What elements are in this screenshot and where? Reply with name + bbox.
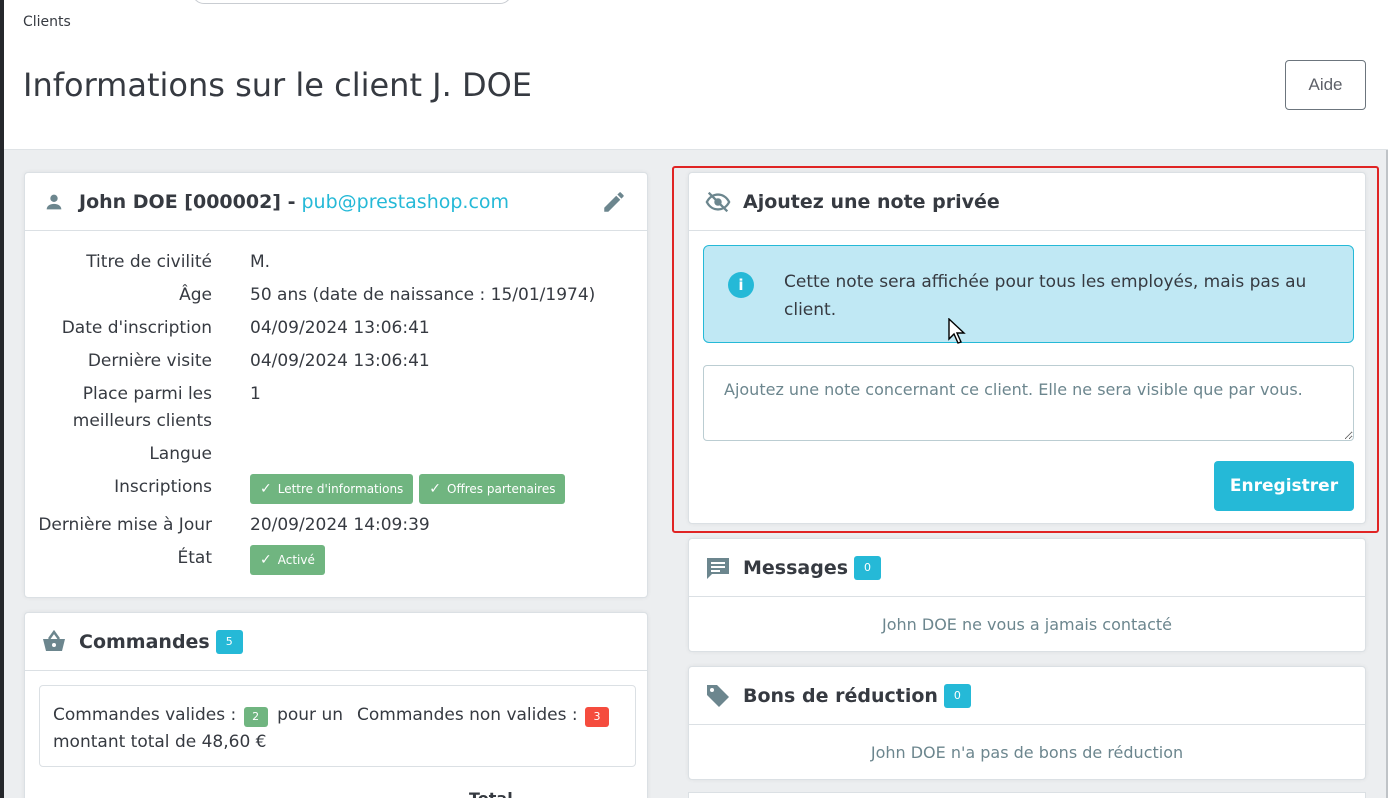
tag-icon — [705, 683, 731, 709]
info-value: 50 ans (date de naissance : 15/01/1974) — [250, 285, 596, 305]
info-label: Langue — [149, 444, 212, 464]
valid-orders-label: Commandes valides : — [53, 705, 237, 725]
chat-icon — [705, 555, 731, 581]
customer-name: John DOE [000002] - — [79, 190, 296, 213]
vouchers-header: Bons de réduction 0 — [689, 667, 1365, 725]
info-row-title: Titre de civilité M. — [25, 249, 647, 276]
info-row-subscriptions: Inscriptions ✓ Lettre d'informations ✓ Offr… — [25, 474, 647, 504]
orders-title: Commandes — [79, 630, 210, 653]
check-icon: ✓ — [429, 480, 442, 497]
valid-orders-badge: 2 — [243, 707, 268, 727]
highlight-frame — [672, 166, 1379, 533]
customer-email-link[interactable]: pub@prestashop.com — [302, 191, 510, 213]
valid-orders: Commandes valides : 2 pour un montant to… — [53, 702, 353, 756]
info-label: Inscriptions — [114, 477, 212, 497]
vouchers-empty-text: John DOE n'a pas de bons de réduction — [870, 742, 1184, 762]
info-label: Dernière visite — [87, 351, 212, 371]
info-row-rank: Place parmi les meilleurs clients 1 — [25, 381, 647, 435]
vouchers-count-badge: 0 — [943, 683, 971, 708]
invalid-orders-badge: 3 — [585, 707, 610, 727]
vouchers-card: Bons de réduction 0 John DOE n'a pas de … — [688, 666, 1366, 780]
info-value: 1 — [250, 384, 261, 404]
invalid-orders: Commandes non valides : 3 — [357, 702, 610, 729]
info-label: Âge — [179, 285, 212, 305]
messages-header: Messages 0 — [689, 539, 1365, 597]
info-row-language: Langue — [25, 441, 647, 468]
badge-label: Activé — [277, 552, 315, 567]
check-icon: ✓ — [260, 480, 272, 497]
customer-card: John DOE [000002] - pub@prestashop.com T… — [24, 172, 648, 598]
info-value: M. — [250, 252, 271, 272]
info-value: 04/09/2024 13:06:41 — [250, 318, 430, 338]
info-label: Dernière mise à Jour — [38, 515, 212, 535]
badge-label: Offres partenaires — [447, 481, 556, 496]
orders-card-header: Commandes 5 — [25, 613, 647, 671]
messages-card: Messages 0 John DOE ne vous a jamais con… — [688, 538, 1366, 652]
invalid-orders-label: Commandes non valides : — [357, 705, 578, 725]
messages-title: Messages — [743, 556, 849, 579]
info-row-status: État ✓ Activé — [25, 545, 647, 575]
info-label: Titre de civilité — [86, 252, 212, 272]
newsletter-badge: ✓ Lettre d'informations — [250, 474, 414, 504]
info-row-last-visit: Dernière visite 04/09/2024 13:06:41 — [25, 348, 647, 375]
orders-summary: Commandes valides : 2 pour un montant to… — [39, 685, 636, 767]
messages-count-badge: 0 — [854, 555, 882, 580]
status-badge: ✓ Activé — [250, 545, 325, 575]
info-label-line: meilleurs clients — [72, 411, 212, 431]
orders-table-header: Total — [469, 789, 513, 798]
person-icon — [41, 189, 67, 215]
info-label: Place parmi les meilleurs clients — [25, 381, 212, 435]
orders-count-badge: 5 — [215, 629, 243, 654]
info-value: 04/09/2024 13:06:41 — [250, 351, 430, 371]
customer-card-header: John DOE [000002] - pub@prestashop.com — [25, 173, 647, 231]
info-row-last-update: Dernière mise à Jour 20/09/2024 14:09:39 — [25, 512, 647, 539]
badge-label: Lettre d'informations — [277, 481, 404, 496]
info-label: Date d'inscription — [61, 318, 212, 338]
next-card — [688, 792, 1366, 798]
info-value: ✓ Lettre d'informations ✓ Offres partenaire… — [250, 474, 571, 504]
help-button[interactable]: Aide — [1285, 60, 1366, 110]
page-header: Clients Informations sur le client J. DO… — [4, 0, 1388, 150]
info-row-registration: Date d'inscription 04/09/2024 13:06:41 — [25, 315, 647, 342]
check-icon: ✓ — [260, 551, 272, 568]
info-value: 20/09/2024 14:09:39 — [250, 515, 430, 535]
info-value: ✓ Activé — [250, 545, 331, 575]
partner-offers-badge: ✓ Offres partenaires — [419, 474, 566, 504]
customer-info-list: Titre de civilité M. Âge 50 ans (date de… — [25, 249, 647, 581]
info-label-line: Place parmi les — [82, 384, 212, 404]
breadcrumb[interactable]: Clients — [23, 14, 71, 30]
orders-card: Commandes 5 Commandes valides : 2 pour u… — [24, 612, 648, 798]
info-label: État — [177, 548, 213, 568]
search-input[interactable] — [192, 0, 512, 4]
page-title: Informations sur le client J. DOE — [23, 66, 532, 104]
pencil-icon[interactable] — [601, 189, 627, 219]
messages-empty-text: John DOE ne vous a jamais contacté — [882, 614, 1172, 634]
info-row-age: Âge 50 ans (date de naissance : 15/01/19… — [25, 282, 647, 309]
vouchers-title: Bons de réduction — [743, 684, 938, 707]
mouse-cursor-icon — [948, 317, 966, 348]
basket-icon — [41, 629, 67, 655]
